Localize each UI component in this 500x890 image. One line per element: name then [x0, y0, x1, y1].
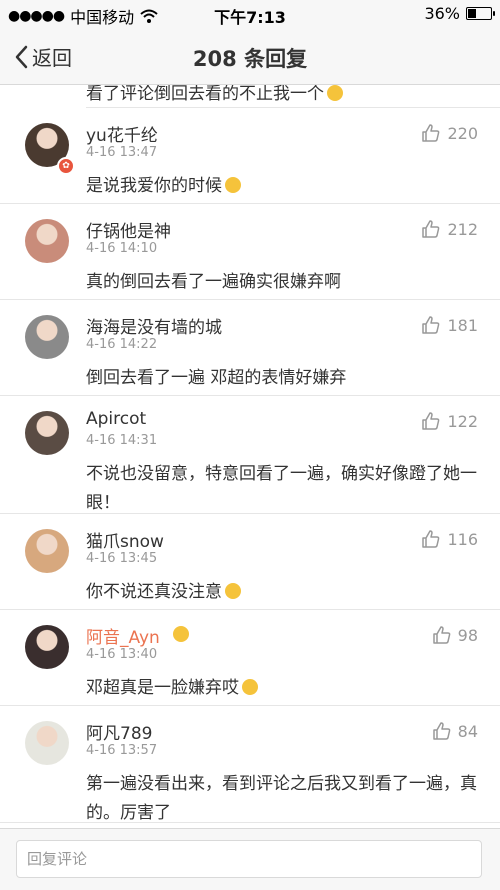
thumbs-up-icon: [422, 316, 440, 334]
page-title: 208 条回复: [192, 47, 308, 71]
comment-item[interactable]: Apircot 4-16 14:31 122 不说也没留意，特意回看了一遍，确实好像蹬…: [0, 396, 500, 514]
thumbs-up-icon: [422, 124, 440, 142]
comment-text: 邓超真是一脸嫌弃哎: [86, 674, 478, 703]
comment-text: 真的倒回去看了一遍确实很嫌弃啊: [86, 272, 341, 292]
comment-time: 4-16 13:40: [86, 647, 158, 662]
verified-badge-icon: ✿: [57, 157, 75, 175]
like-button[interactable]: 220: [421, 123, 478, 143]
commenter-name[interactable]: yu花千纶: [86, 121, 158, 146]
emoji-icon: [242, 679, 258, 695]
comment-list[interactable]: 看了评论倒回去看的不止我一个 ✿ yu花千纶 4-16 13:47 220 是说我爱你的…: [0, 85, 500, 827]
commenter-name[interactable]: Apircot: [86, 409, 146, 429]
emoji-icon: [225, 177, 241, 193]
like-count: 98: [457, 625, 478, 645]
like-button[interactable]: 98: [432, 625, 478, 645]
comment-item[interactable]: 阿音_Ayn 4-16 13:40 98 邓超真是一脸嫌弃哎: [0, 610, 500, 706]
avatar[interactable]: [25, 219, 69, 263]
comment-text: 第一遍没看出来，看到评论之后我又到看了一遍，真的。厉害了: [86, 774, 477, 823]
avatar[interactable]: [25, 721, 69, 765]
like-button[interactable]: 212: [421, 219, 478, 239]
status-bar: ●●●●● 中国移动 下午7:13 36%: [0, 0, 500, 28]
comment-time: 4-16 13:57: [86, 743, 158, 758]
thumbs-up-icon: [432, 626, 450, 644]
avatar[interactable]: [25, 411, 69, 455]
like-count: 181: [447, 315, 478, 335]
comment-time: 4-16 13:45: [86, 551, 158, 566]
emoji-icon: [225, 583, 241, 599]
thumbs-up-icon: [422, 530, 440, 548]
comment-text: 你不说还真没注意: [86, 578, 478, 607]
like-button[interactable]: 122: [421, 411, 478, 431]
like-count: 220: [447, 123, 478, 143]
avatar[interactable]: [25, 625, 69, 669]
comment-time: 4-16 14:22: [86, 337, 158, 352]
commenter-name[interactable]: 阿音_Ayn: [86, 623, 160, 648]
like-button[interactable]: 116: [421, 529, 478, 549]
commenter-name[interactable]: 阿凡789: [86, 719, 152, 744]
comment-time: 4-16 14:31: [86, 433, 158, 448]
like-count: 122: [447, 411, 478, 431]
avatar[interactable]: [25, 529, 69, 573]
comment-text: 不说也没留意，特意回看了一遍，确实好像蹬了她一眼！: [86, 464, 477, 513]
commenter-name[interactable]: 仔锅他是神: [86, 217, 171, 242]
reply-bar: [0, 828, 500, 890]
like-button[interactable]: 181: [421, 315, 478, 335]
comment-item[interactable]: 猫爪snow 4-16 13:45 116 你不说还真没注意: [0, 514, 500, 610]
like-count: 116: [447, 529, 478, 549]
battery-percent: 36%: [424, 4, 460, 23]
comment-item[interactable]: ✿ yu花千纶 4-16 13:47 220 是说我爱你的时候: [0, 108, 500, 204]
commenter-name[interactable]: 海海是没有墙的城: [86, 313, 222, 338]
emoji-icon: [173, 626, 189, 642]
commenter-name[interactable]: 猫爪snow: [86, 527, 164, 552]
like-button[interactable]: 84: [432, 721, 478, 741]
thumbs-up-icon: [422, 220, 440, 238]
comment-time: 4-16 14:10: [86, 241, 158, 256]
nav-bar: 返回 208 条回复: [0, 28, 500, 85]
comment-item[interactable]: 阿凡789 4-16 13:57 84 第一遍没看出来，看到评论之后我又到看了一遍，真…: [0, 706, 500, 823]
avatar[interactable]: [25, 315, 69, 359]
comment-text: 倒回去看了一遍 邓超的表情好嫌弃: [86, 368, 347, 388]
like-count: 84: [457, 721, 478, 741]
emoji-icon: [327, 85, 343, 101]
thumbs-up-icon: [422, 412, 440, 430]
battery-icon: [466, 7, 495, 20]
comment-item[interactable]: 仔锅他是神 4-16 14:10 212 真的倒回去看了一遍确实很嫌弃啊: [0, 204, 500, 300]
comment-text: 是说我爱你的时候: [86, 172, 478, 201]
comment-item[interactable]: 海海是没有墙的城 4-16 14:22 181 倒回去看了一遍 邓超的表情好嫌弃: [0, 300, 500, 396]
cut-off-comment: 看了评论倒回去看的不止我一个: [86, 85, 500, 108]
comment-time: 4-16 13:47: [86, 145, 158, 160]
like-count: 212: [447, 219, 478, 239]
reply-input[interactable]: [16, 840, 482, 878]
thumbs-up-icon: [432, 722, 450, 740]
